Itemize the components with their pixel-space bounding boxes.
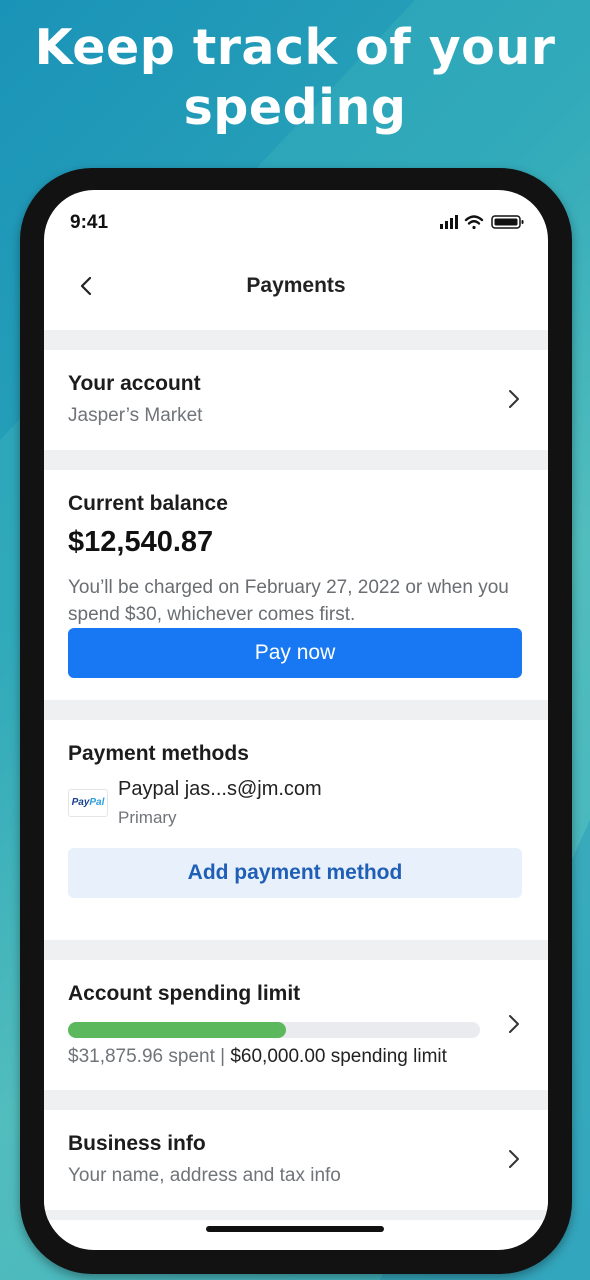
wifi-icon [464, 215, 484, 230]
status-time: 9:41 [70, 212, 109, 233]
balance-section: Current balance $12,540.87 You’ll be cha… [44, 470, 548, 700]
section-divider [44, 1210, 548, 1220]
payment-methods-section: Payment methods PayPal Paypal jas...s@jm… [44, 720, 548, 940]
add-payment-method-button[interactable]: Add payment method [68, 848, 522, 898]
account-title: Your account [68, 372, 201, 395]
section-divider [44, 1090, 548, 1110]
limit-amount: $60,000.00 spending limit [230, 1046, 447, 1067]
headline-line-1: Keep track of your [34, 19, 556, 76]
spent-amount: $31,875.96 spent [68, 1046, 215, 1067]
section-divider [44, 940, 548, 960]
phone-screen: 9:41 Payments Your account Jasper’s Mark… [44, 190, 548, 1250]
battery-icon [491, 215, 524, 229]
signal-icon [440, 215, 458, 229]
payment-method-status: Primary [118, 808, 177, 827]
page-title: Payments [246, 274, 346, 297]
balance-amount: $12,540.87 [68, 526, 214, 558]
account-name: Jasper’s Market [68, 405, 203, 426]
section-divider [44, 330, 548, 350]
paypal-logo: PayPal [68, 789, 108, 817]
balance-title: Current balance [68, 492, 228, 515]
balance-description: You’ll be charged on February 27, 2022 o… [68, 577, 509, 625]
chevron-right-icon [509, 390, 519, 408]
status-icons [440, 215, 524, 230]
phone-frame: 9:41 Payments Your account Jasper’s Mark… [20, 168, 572, 1274]
status-bar: 9:41 [44, 190, 548, 250]
business-info-subtitle: Your name, address and tax info [68, 1165, 341, 1186]
business-info-row[interactable]: Business info Your name, address and tax… [44, 1110, 548, 1210]
payment-methods-title: Payment methods [68, 742, 249, 765]
account-row[interactable]: Your account Jasper’s Market [44, 350, 548, 450]
nav-bar: Payments [44, 260, 548, 320]
spending-limit-title: Account spending limit [68, 982, 301, 1005]
spending-summary: $31,875.96 spent | $60,000.00 spending l… [68, 1046, 447, 1068]
spending-limit-row[interactable]: Account spending limit $31,875.96 spent … [44, 960, 548, 1090]
chevron-right-icon [509, 1150, 519, 1168]
business-info-title: Business info [68, 1132, 206, 1155]
chevron-right-icon [509, 1015, 519, 1033]
summary-separator: | [214, 1046, 231, 1067]
pay-now-button[interactable]: Pay now [68, 628, 522, 678]
headline-line-2: speding [183, 79, 407, 136]
section-divider [44, 450, 548, 470]
section-divider [44, 700, 548, 720]
headline: Keep track of your speding [0, 18, 590, 138]
home-indicator[interactable] [206, 1226, 384, 1232]
payment-method-name[interactable]: Paypal jas...s@jm.com [118, 778, 322, 801]
spending-progress-bar [68, 1022, 480, 1038]
spending-progress-fill [68, 1022, 287, 1038]
